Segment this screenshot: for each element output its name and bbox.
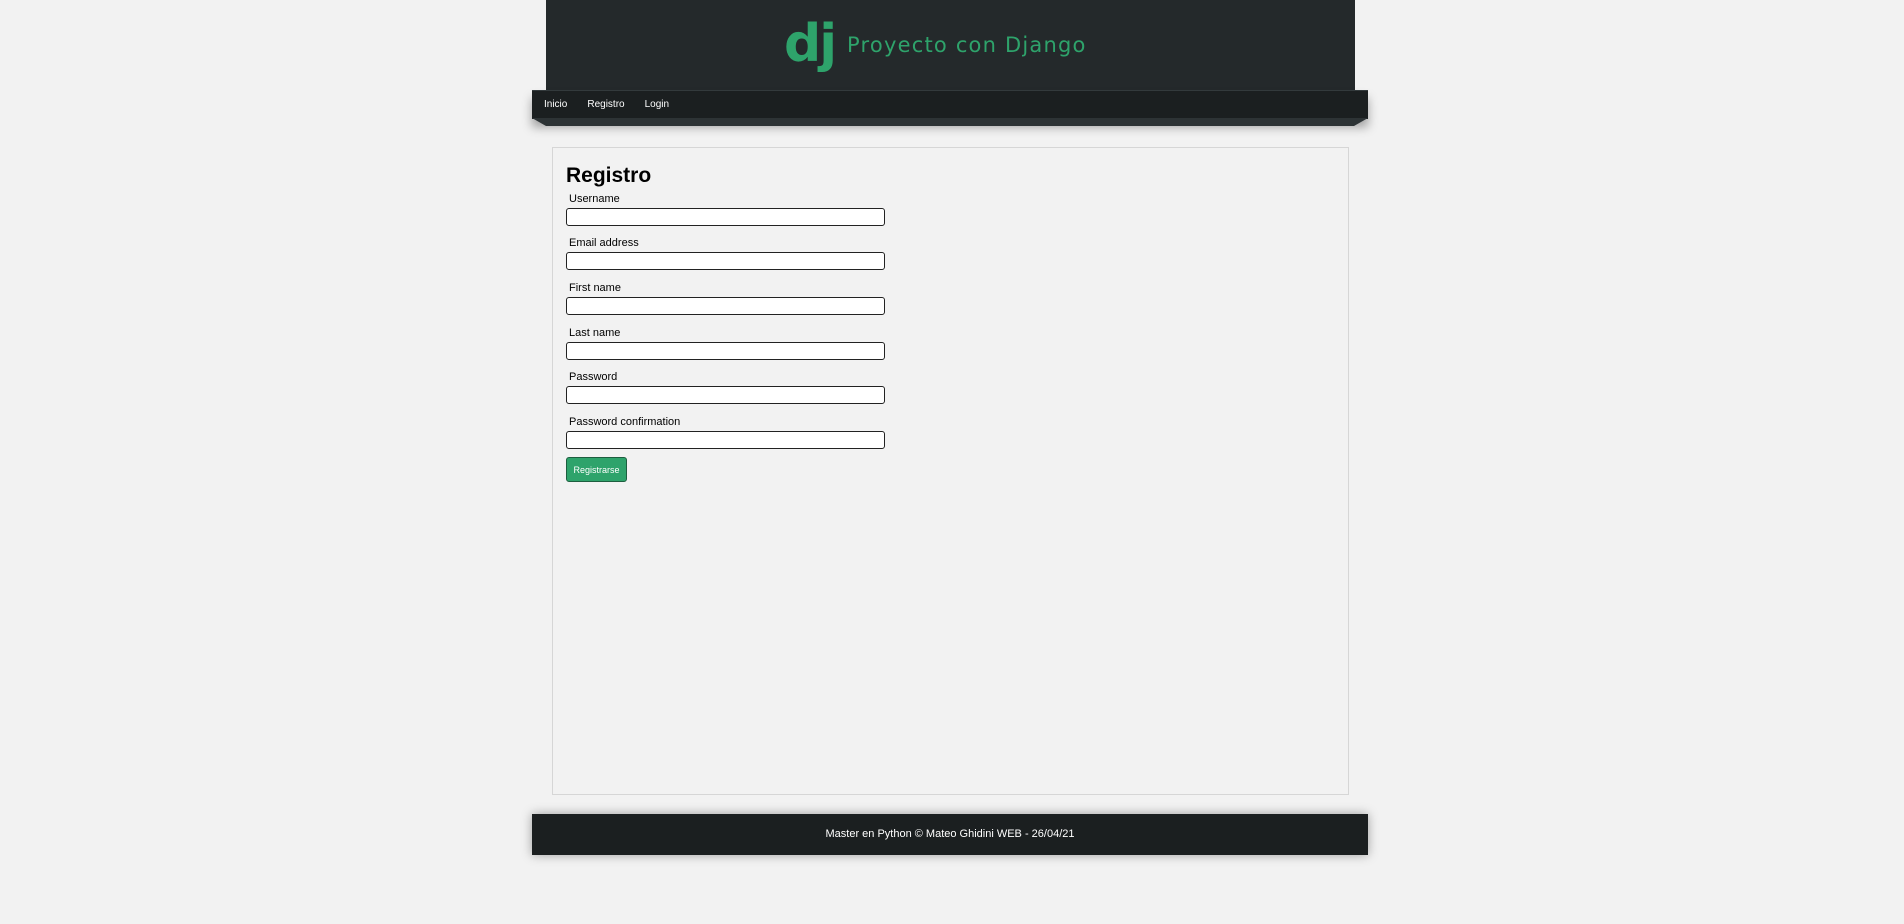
password-label: Password [569,371,618,383]
email-field-group: Email address [566,236,885,270]
username-field-group: Username [566,192,885,226]
site-logo[interactable]: dj Proyecto con Django [784,16,1087,76]
last-name-input[interactable] [566,342,885,360]
nav-ribbon-fold [532,118,1368,126]
first-name-label: First name [569,282,621,294]
register-button[interactable]: Registrarse [566,457,627,482]
main-nav: Inicio Registro Login [532,90,1368,119]
site-title: Proyecto con Django [847,33,1087,57]
site-footer: Master en Python © Mateo Ghidini WEB - 2… [532,814,1368,855]
footer-text: Master en Python © Mateo Ghidini WEB - 2… [825,828,1075,840]
email-label: Email address [569,237,639,249]
page-title: Registro [566,164,652,187]
last-name-label: Last name [569,327,621,339]
username-input[interactable] [566,208,885,226]
nav-item-login[interactable]: Login [645,91,669,119]
password-input[interactable] [566,386,885,404]
first-name-input[interactable] [566,297,885,315]
site-header: dj Proyecto con Django [546,0,1355,90]
password-confirmation-label: Password confirmation [569,416,681,428]
password-field-group: Password [566,370,885,404]
email-input[interactable] [566,252,885,270]
nav-item-inicio[interactable]: Inicio [544,91,567,119]
nav-menu: Inicio Registro Login [532,91,1368,119]
username-label: Username [569,193,620,205]
nav-item-registro[interactable]: Registro [587,91,624,119]
last-name-field-group: Last name [566,326,885,360]
password-confirmation-field-group: Password confirmation [566,415,885,449]
content-box: Registro Username Email address First na… [552,147,1349,795]
first-name-field-group: First name [566,281,885,315]
password-confirmation-input[interactable] [566,431,885,449]
django-logo-icon: dj [784,14,837,74]
